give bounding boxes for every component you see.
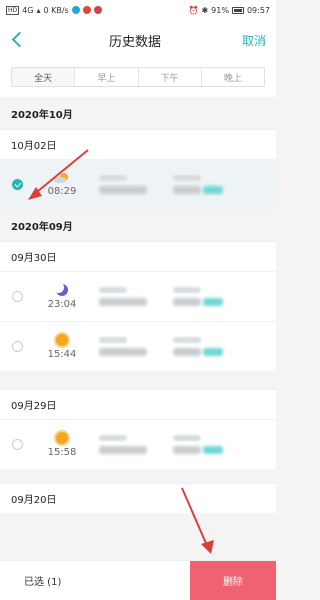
alarm-icon: ⏰ (188, 5, 199, 15)
tab-morning[interactable]: 早上 (75, 68, 139, 86)
entry-time: 15:44 (47, 348, 77, 360)
checkbox[interactable] (12, 439, 23, 450)
entry-time: 08:29 (47, 185, 77, 197)
entry-time: 15:58 (47, 446, 77, 458)
nav-bar: 历史数据 取消 (0, 20, 276, 60)
checkbox[interactable] (12, 341, 23, 352)
page: HD 4G ▴ 0 KB/s ⏰ ✱ 91% 09:57 历史数据 取消 全天 … (0, 0, 276, 600)
signal-icon: 4G (22, 5, 34, 15)
blurred-data (99, 287, 159, 306)
status-bar: HD 4G ▴ 0 KB/s ⏰ ✱ 91% 09:57 (0, 0, 276, 20)
blurred-data (99, 435, 159, 454)
blurred-data (173, 435, 223, 454)
tab-afternoon[interactable]: 下午 (139, 68, 202, 86)
blurred-data (173, 175, 223, 194)
hd-icon: HD (6, 5, 20, 15)
blurred-data (99, 175, 159, 194)
delete-button[interactable]: 删除 (190, 561, 276, 600)
time-column: 15:44 (37, 333, 87, 360)
checkbox[interactable] (12, 291, 23, 302)
checkbox-checked[interactable] (12, 179, 23, 190)
tab-evening[interactable]: 晚上 (202, 68, 264, 86)
app-notification-icon (71, 6, 80, 14)
partly-cloudy-icon (54, 172, 70, 183)
back-icon[interactable] (10, 31, 28, 49)
day-header: 09月30日 (0, 241, 276, 271)
clock: 09:57 (246, 5, 270, 15)
page-title: 历史数据 (108, 34, 161, 50)
arrowhead (201, 540, 214, 554)
speed-text: 0 KB/s (43, 5, 69, 15)
status-left: HD 4G ▴ 0 KB/s (6, 5, 102, 15)
wifi-icon: ▴ (36, 5, 41, 15)
app-notification-icon (82, 6, 91, 14)
day-header: 09月20日 (0, 483, 276, 513)
list-item[interactable]: 08:29 (0, 159, 276, 209)
bluetooth-icon: ✱ (201, 5, 209, 15)
battery-percent: 91% (211, 5, 229, 15)
app-notification-icon (93, 6, 102, 14)
bottom-bar: 已选 (1) 删除 (0, 560, 276, 600)
month-header: 2020年10月 (11, 110, 73, 121)
tabs-container: 全天 早上 下午 晚上 (0, 60, 276, 97)
entry-time: 23:04 (47, 298, 77, 310)
selected-count: 已选 (1) (24, 577, 62, 588)
time-column: 15:58 (37, 431, 87, 458)
status-right: ⏰ ✱ 91% 09:57 (188, 6, 270, 15)
list-item[interactable]: 23:04 (0, 271, 276, 321)
blurred-data (99, 337, 159, 356)
time-column: 08:29 (37, 172, 87, 197)
list-item[interactable]: 15:58 (0, 419, 276, 469)
sun-icon (56, 431, 68, 444)
time-tabs: 全天 早上 下午 晚上 (11, 67, 265, 87)
cancel-button[interactable]: 取消 (242, 32, 266, 49)
moon-icon (53, 281, 68, 296)
sun-icon (56, 333, 68, 346)
month-header: 2020年09月 (11, 222, 73, 233)
blurred-data (173, 287, 223, 306)
battery-icon (231, 6, 244, 14)
day-header: 09月29日 (0, 389, 276, 419)
blurred-data (173, 337, 223, 356)
list-item[interactable]: 15:44 (0, 321, 276, 371)
tab-all-day[interactable]: 全天 (12, 68, 76, 86)
time-column: 23:04 (37, 281, 87, 310)
day-header: 10月02日 (0, 129, 276, 159)
